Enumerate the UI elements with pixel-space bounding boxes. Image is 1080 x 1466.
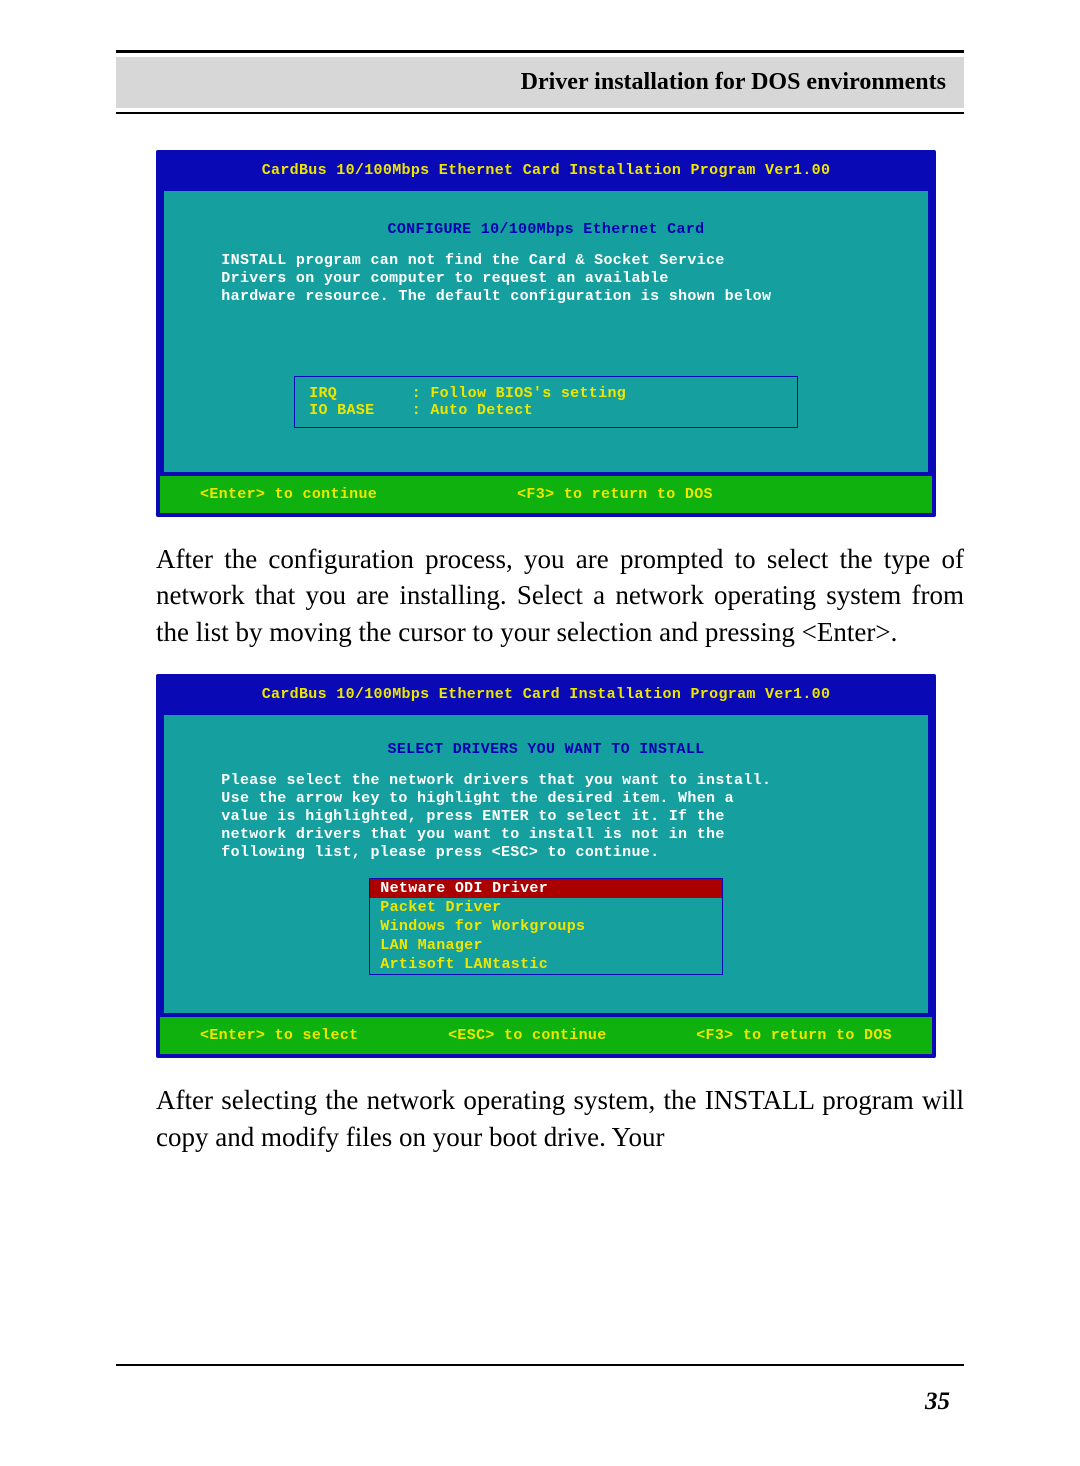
top-rule bbox=[116, 50, 964, 53]
driver-option-netware[interactable]: Netware ODI Driver bbox=[370, 879, 721, 898]
dos-screenshot-select-drivers: CardBus 10/100Mbps Ethernet Card Install… bbox=[156, 674, 936, 1058]
dos-footer: <Enter> to select <ESC> to continue <F3>… bbox=[160, 1017, 932, 1054]
hint-esc: <ESC> to continue bbox=[448, 1027, 606, 1044]
dos-msg-line: hardware resource. The default configura… bbox=[221, 288, 870, 306]
page-header-title: Driver installation for DOS environments bbox=[521, 69, 946, 95]
dos-msg-line: network drivers that you want to install… bbox=[221, 826, 870, 844]
bottom-rule bbox=[116, 1364, 964, 1366]
hint-f3: <F3> to return to DOS bbox=[696, 1027, 892, 1044]
dos-program-title: CardBus 10/100Mbps Ethernet Card Install… bbox=[160, 154, 932, 187]
hint-enter: <Enter> to select bbox=[200, 1027, 358, 1044]
body-paragraph-2: After selecting the network operating sy… bbox=[156, 1082, 964, 1155]
driver-option-lanmanager[interactable]: LAN Manager bbox=[370, 936, 721, 955]
config-field-iobase[interactable]: IO BASE : Auto Detect bbox=[309, 402, 783, 419]
dos-program-title: CardBus 10/100Mbps Ethernet Card Install… bbox=[160, 678, 932, 711]
hint-f3: <F3> to return to DOS bbox=[517, 486, 713, 503]
page-number: 35 bbox=[925, 1388, 950, 1416]
dos-message: Please select the network drivers that y… bbox=[221, 772, 870, 862]
dos-footer: <Enter> to continue <F3> to return to DO… bbox=[160, 476, 932, 513]
dos-msg-line: INSTALL program can not find the Card & … bbox=[221, 252, 870, 270]
driver-option-packet[interactable]: Packet Driver bbox=[370, 898, 721, 917]
header-underline bbox=[116, 112, 964, 114]
dos-message: INSTALL program can not find the Card & … bbox=[221, 252, 870, 306]
driver-list: Netware ODI Driver Packet Driver Windows… bbox=[369, 878, 722, 975]
dos-msg-line: following list, please press <ESC> to co… bbox=[221, 844, 870, 862]
driver-option-lantastic[interactable]: Artisoft LANtastic bbox=[370, 955, 721, 974]
dos-msg-line: value is highlighted, press ENTER to sel… bbox=[221, 808, 870, 826]
dos-msg-line: Use the arrow key to highlight the desir… bbox=[221, 790, 870, 808]
hint-enter: <Enter> to continue bbox=[200, 486, 377, 503]
driver-option-wfw[interactable]: Windows for Workgroups bbox=[370, 917, 721, 936]
dos-msg-line: Drivers on your computer to request an a… bbox=[221, 270, 870, 288]
config-fields-box: IRQ : Follow BIOS's setting IO BASE : Au… bbox=[294, 376, 798, 428]
body-paragraph-1: After the configuration process, you are… bbox=[156, 541, 964, 650]
page-header: Driver installation for DOS environments bbox=[116, 57, 964, 108]
dos-screenshot-configure: CardBus 10/100Mbps Ethernet Card Install… bbox=[156, 150, 936, 517]
config-field-irq[interactable]: IRQ : Follow BIOS's setting bbox=[309, 385, 783, 402]
dos-section-title: SELECT DRIVERS YOU WANT TO INSTALL bbox=[164, 741, 928, 758]
dos-msg-line: Please select the network drivers that y… bbox=[221, 772, 870, 790]
dos-section-title: CONFIGURE 10/100Mbps Ethernet Card bbox=[164, 221, 928, 238]
